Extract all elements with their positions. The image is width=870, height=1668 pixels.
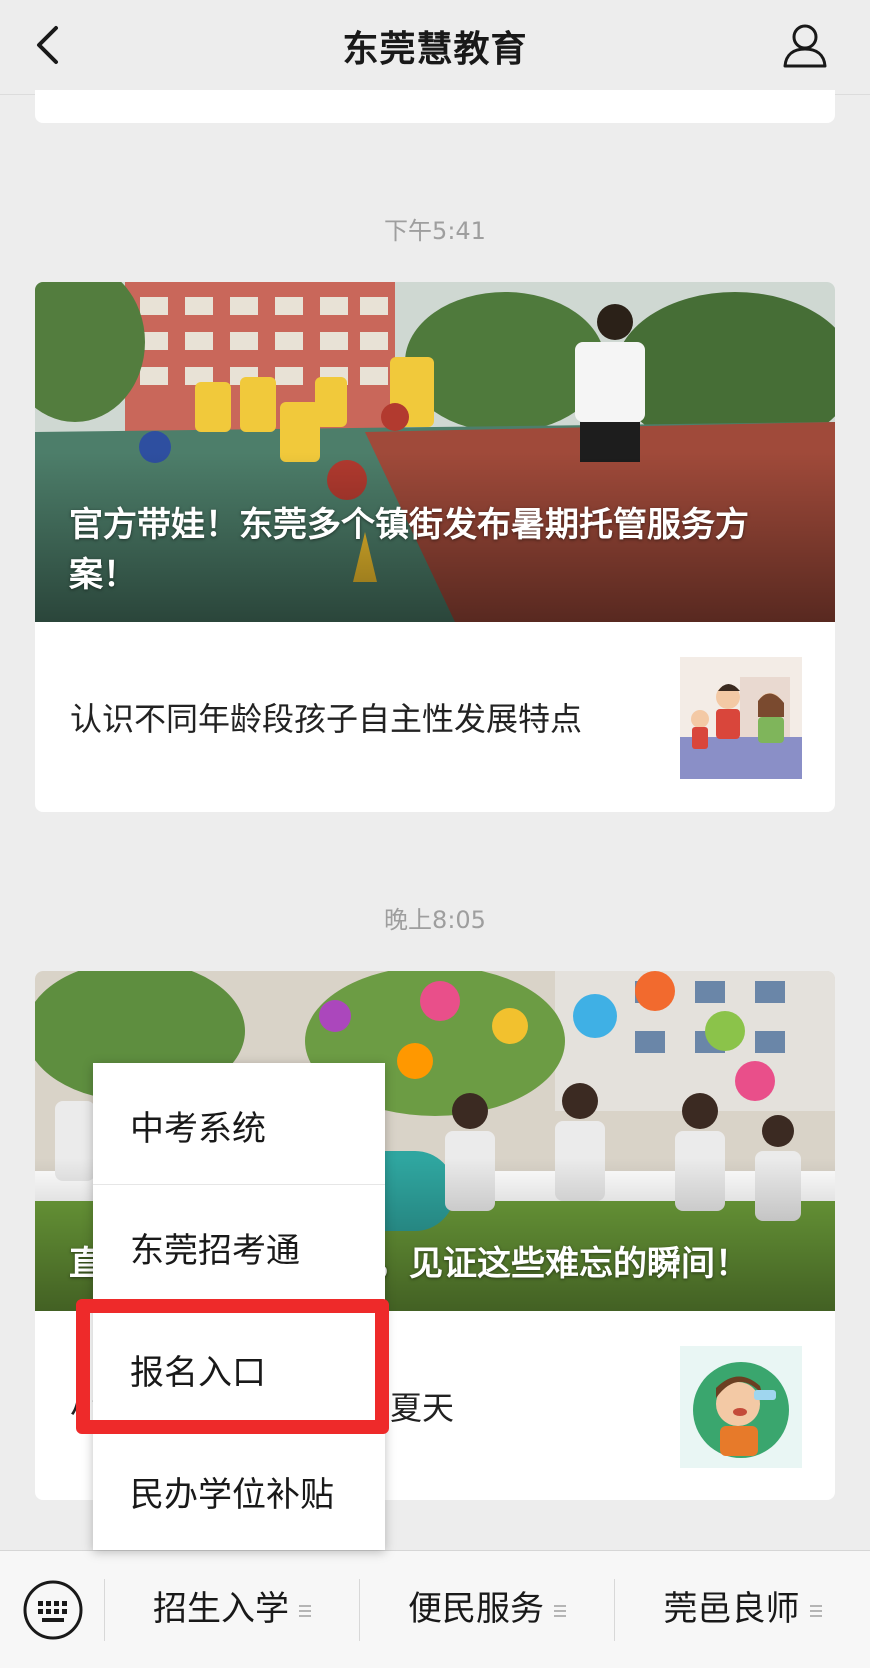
- previous-message-card[interactable]: [35, 90, 835, 123]
- top-bar: 东莞慧教育: [0, 0, 870, 95]
- submenu-item-label: 民办学位补贴: [130, 1475, 334, 1515]
- menu-lines-icon: [809, 1602, 822, 1620]
- bottom-menu-bar: 招生入学 便民服务 莞邑良师: [0, 1550, 870, 1668]
- menu-tab-teachers[interactable]: 莞邑良师: [615, 1551, 870, 1668]
- article-hero[interactable]: 官方带娃！东莞多个镇街发布暑期托管服务方案！: [35, 282, 835, 622]
- menu-lines-icon: [554, 1602, 566, 1620]
- article-card[interactable]: 官方带娃！东莞多个镇街发布暑期托管服务方案！ 认识不同年龄段孩子自主性发展特点: [35, 282, 835, 812]
- sub-article[interactable]: 认识不同年龄段孩子自主性发展特点: [35, 622, 835, 812]
- submenu-item-label: 中考系统: [130, 1109, 266, 1149]
- article-headline: 官方带娃！东莞多个镇街发布暑期托管服务方案！: [69, 505, 749, 595]
- person-icon[interactable]: [780, 20, 830, 70]
- highlight-annotation-box: [76, 1299, 389, 1434]
- menu-tab-label: 莞邑良师: [663, 1589, 800, 1629]
- submenu-item-zhongkao[interactable]: 中考系统: [93, 1063, 385, 1184]
- timestamp: 晚上8:05: [384, 906, 486, 934]
- menu-tab-enrollment[interactable]: 招生入学: [105, 1551, 359, 1668]
- timestamp: 下午5:41: [384, 217, 486, 245]
- sub-article-title: 认识不同年龄段孩子自主性发展特点: [70, 700, 583, 738]
- sub-article-thumbnail: [680, 1346, 802, 1468]
- menu-tab-label: 招生入学: [153, 1589, 289, 1629]
- submenu-item-subsidy[interactable]: 民办学位补贴: [93, 1429, 385, 1550]
- sub-article-thumbnail: [680, 657, 802, 779]
- keyboard-icon[interactable]: [22, 1579, 84, 1641]
- menu-tab-services[interactable]: 便民服务: [360, 1551, 614, 1668]
- page-title: 东莞慧教育: [342, 29, 528, 70]
- menu-lines-icon: [299, 1602, 311, 1620]
- submenu-item-zhaokaotong[interactable]: 东莞招考通: [93, 1185, 385, 1306]
- submenu-item-label: 东莞招考通: [130, 1231, 300, 1271]
- menu-tab-label: 便民服务: [408, 1589, 544, 1629]
